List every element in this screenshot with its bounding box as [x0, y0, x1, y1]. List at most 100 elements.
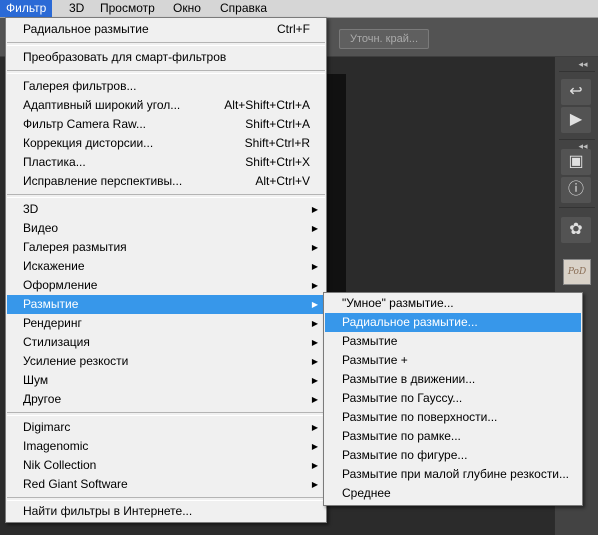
- menu-view[interactable]: Просмотр: [94, 0, 161, 17]
- menu-item-digimarc[interactable]: Digimarc ▶: [7, 418, 325, 437]
- shortcut: Shift+Ctrl+X: [245, 155, 310, 169]
- submenu-arrow-icon: ▶: [311, 480, 318, 489]
- menu-item-sharpen[interactable]: Усиление резкости ▶: [7, 352, 325, 371]
- panel-divider: [559, 71, 595, 72]
- menu-item-vanishing-point[interactable]: Исправление перспективы... Alt+Ctrl+V: [7, 172, 325, 191]
- menu-filter[interactable]: Фильтр: [0, 0, 53, 17]
- submenu-item-label: Размытие в движении...: [342, 372, 476, 386]
- submenu-item-smart-blur[interactable]: "Умное" размытие...: [325, 294, 581, 313]
- submenu-item-lens-blur[interactable]: Размытие при малой глубине резкости...: [325, 465, 581, 484]
- menu-item-imagenomic[interactable]: Imagenomic ▶: [7, 437, 325, 456]
- menu-item-noise[interactable]: Шум ▶: [7, 371, 325, 390]
- shortcut: Shift+Ctrl+R: [244, 136, 310, 150]
- menu-item-nik-collection[interactable]: Nik Collection ▶: [7, 456, 325, 475]
- menu-item-liquify[interactable]: Пластика... Shift+Ctrl+X: [7, 153, 325, 172]
- menu-item-adaptive-wide-angle[interactable]: Адаптивный широкий угол... Alt+Shift+Ctr…: [7, 96, 325, 115]
- menu-item-render[interactable]: Рендеринг ▶: [7, 314, 325, 333]
- menu-item-stylize-artistic[interactable]: Оформление ▶: [7, 276, 325, 295]
- submenu-arrow-icon: ▶: [311, 262, 318, 271]
- menu-separator: [7, 497, 325, 501]
- submenu-arrow-icon: ▶: [311, 376, 318, 385]
- menu-item-lens-correction[interactable]: Коррекция дисторсии... Shift+Ctrl+R: [7, 134, 325, 153]
- menu-separator: [7, 42, 325, 46]
- menu-item-label: Видео: [23, 221, 59, 235]
- submenu-arrow-icon: ▶: [311, 423, 318, 432]
- collapse-icon[interactable]: ◂◂: [573, 59, 593, 69]
- submenu-arrow-icon: ▶: [311, 300, 318, 309]
- menu-item-label: Исправление перспективы...: [23, 174, 183, 188]
- menu-help[interactable]: Справка: [214, 0, 273, 17]
- submenu-item-average[interactable]: Среднее: [325, 484, 581, 503]
- blur-submenu: "Умное" размытие... Радиальное размытие.…: [323, 292, 583, 506]
- submenu-arrow-icon: ▶: [311, 461, 318, 470]
- menu-item-label: Галерея размытия: [23, 240, 127, 254]
- 3d-cube-icon[interactable]: ▣: [561, 149, 591, 175]
- refine-edge-button[interactable]: Уточн. край...: [339, 29, 429, 49]
- menu-item-last-filter[interactable]: Радиальное размытие Ctrl+F: [7, 20, 325, 39]
- submenu-arrow-icon: ▶: [311, 357, 318, 366]
- submenu-arrow-icon: ▶: [311, 319, 318, 328]
- submenu-item-label: Среднее: [342, 486, 391, 500]
- submenu-item-label: Радиальное размытие...: [342, 315, 478, 329]
- menu-bar: Фильтр 3D Просмотр Окно Справка: [0, 0, 598, 18]
- menu-item-filter-gallery[interactable]: Галерея фильтров...: [7, 77, 325, 96]
- menu-separator: [7, 412, 325, 416]
- play-icon[interactable]: ▶: [561, 107, 591, 133]
- menu-item-convert-smart[interactable]: Преобразовать для смарт-фильтров: [7, 48, 325, 67]
- panel-divider: [559, 139, 595, 140]
- menu-item-3d[interactable]: 3D ▶: [7, 200, 325, 219]
- menu-item-camera-raw[interactable]: Фильтр Camera Raw... Shift+Ctrl+A: [7, 115, 325, 134]
- submenu-item-label: Размытие при малой глубине резкости...: [342, 467, 570, 481]
- submenu-item-box-blur[interactable]: Размытие по рамке...: [325, 427, 581, 446]
- menu-item-label: Шум: [23, 373, 49, 387]
- menu-item-red-giant[interactable]: Red Giant Software ▶: [7, 475, 325, 494]
- shortcut: Alt+Shift+Ctrl+A: [224, 98, 310, 112]
- menu-item-label: Размытие: [23, 297, 79, 311]
- menu-item-video[interactable]: Видео ▶: [7, 219, 325, 238]
- submenu-item-label: Размытие +: [342, 353, 408, 367]
- history-icon[interactable]: ↩: [561, 79, 591, 105]
- canvas[interactable]: [326, 74, 346, 296]
- menu-item-other[interactable]: Другое ▶: [7, 390, 325, 409]
- menu-item-label: Стилизация: [23, 335, 90, 349]
- menu-separator: [7, 70, 325, 74]
- menu-item-label: Другое: [23, 392, 62, 406]
- submenu-arrow-icon: ▶: [311, 243, 318, 252]
- menu-3d[interactable]: 3D: [63, 0, 90, 17]
- submenu-arrow-icon: ▶: [311, 395, 318, 404]
- menu-item-label: Рендеринг: [23, 316, 82, 330]
- submenu-item-surface-blur[interactable]: Размытие по поверхности...: [325, 408, 581, 427]
- menu-item-browse-online[interactable]: Найти фильтры в Интернете...: [7, 502, 325, 521]
- menu-separator: [7, 194, 325, 198]
- shortcut: Shift+Ctrl+A: [245, 117, 310, 131]
- submenu-item-label: Размытие по рамке...: [342, 429, 461, 443]
- menu-item-blur[interactable]: Размытие ▶: [7, 295, 325, 314]
- submenu-item-gaussian-blur[interactable]: Размытие по Гауссу...: [325, 389, 581, 408]
- menu-item-label: Фильтр Camera Raw...: [23, 117, 147, 131]
- info-icon[interactable]: ⓘ: [561, 177, 591, 203]
- menu-item-label: Найти фильтры в Интернете...: [23, 504, 193, 518]
- menu-item-label: Радиальное размытие: [23, 22, 149, 36]
- submenu-item-label: Размытие по поверхности...: [342, 410, 498, 424]
- submenu-item-blur-more[interactable]: Размытие +: [325, 351, 581, 370]
- thumbnail-pod[interactable]: PoD: [563, 259, 591, 285]
- menu-item-label: Пластика...: [23, 155, 86, 169]
- submenu-item-label: Размытие по фигуре...: [342, 448, 468, 462]
- submenu-item-label: Размытие по Гауссу...: [342, 391, 463, 405]
- menu-item-label: Галерея фильтров...: [23, 79, 137, 93]
- submenu-item-radial-blur[interactable]: Радиальное размытие...: [325, 313, 581, 332]
- submenu-item-blur[interactable]: Размытие: [325, 332, 581, 351]
- palette-icon[interactable]: ✿: [561, 217, 591, 243]
- menu-item-label: Усиление резкости: [23, 354, 129, 368]
- menu-item-label: Искажение: [23, 259, 85, 273]
- submenu-item-shape-blur[interactable]: Размытие по фигуре...: [325, 446, 581, 465]
- menu-item-distort[interactable]: Искажение ▶: [7, 257, 325, 276]
- submenu-arrow-icon: ▶: [311, 338, 318, 347]
- submenu-item-label: Размытие: [342, 334, 398, 348]
- menu-item-blur-gallery[interactable]: Галерея размытия ▶: [7, 238, 325, 257]
- panel-divider: [559, 207, 595, 208]
- submenu-item-motion-blur[interactable]: Размытие в движении...: [325, 370, 581, 389]
- menu-item-stylize[interactable]: Стилизация ▶: [7, 333, 325, 352]
- submenu-arrow-icon: ▶: [311, 442, 318, 451]
- menu-window[interactable]: Окно: [167, 0, 207, 17]
